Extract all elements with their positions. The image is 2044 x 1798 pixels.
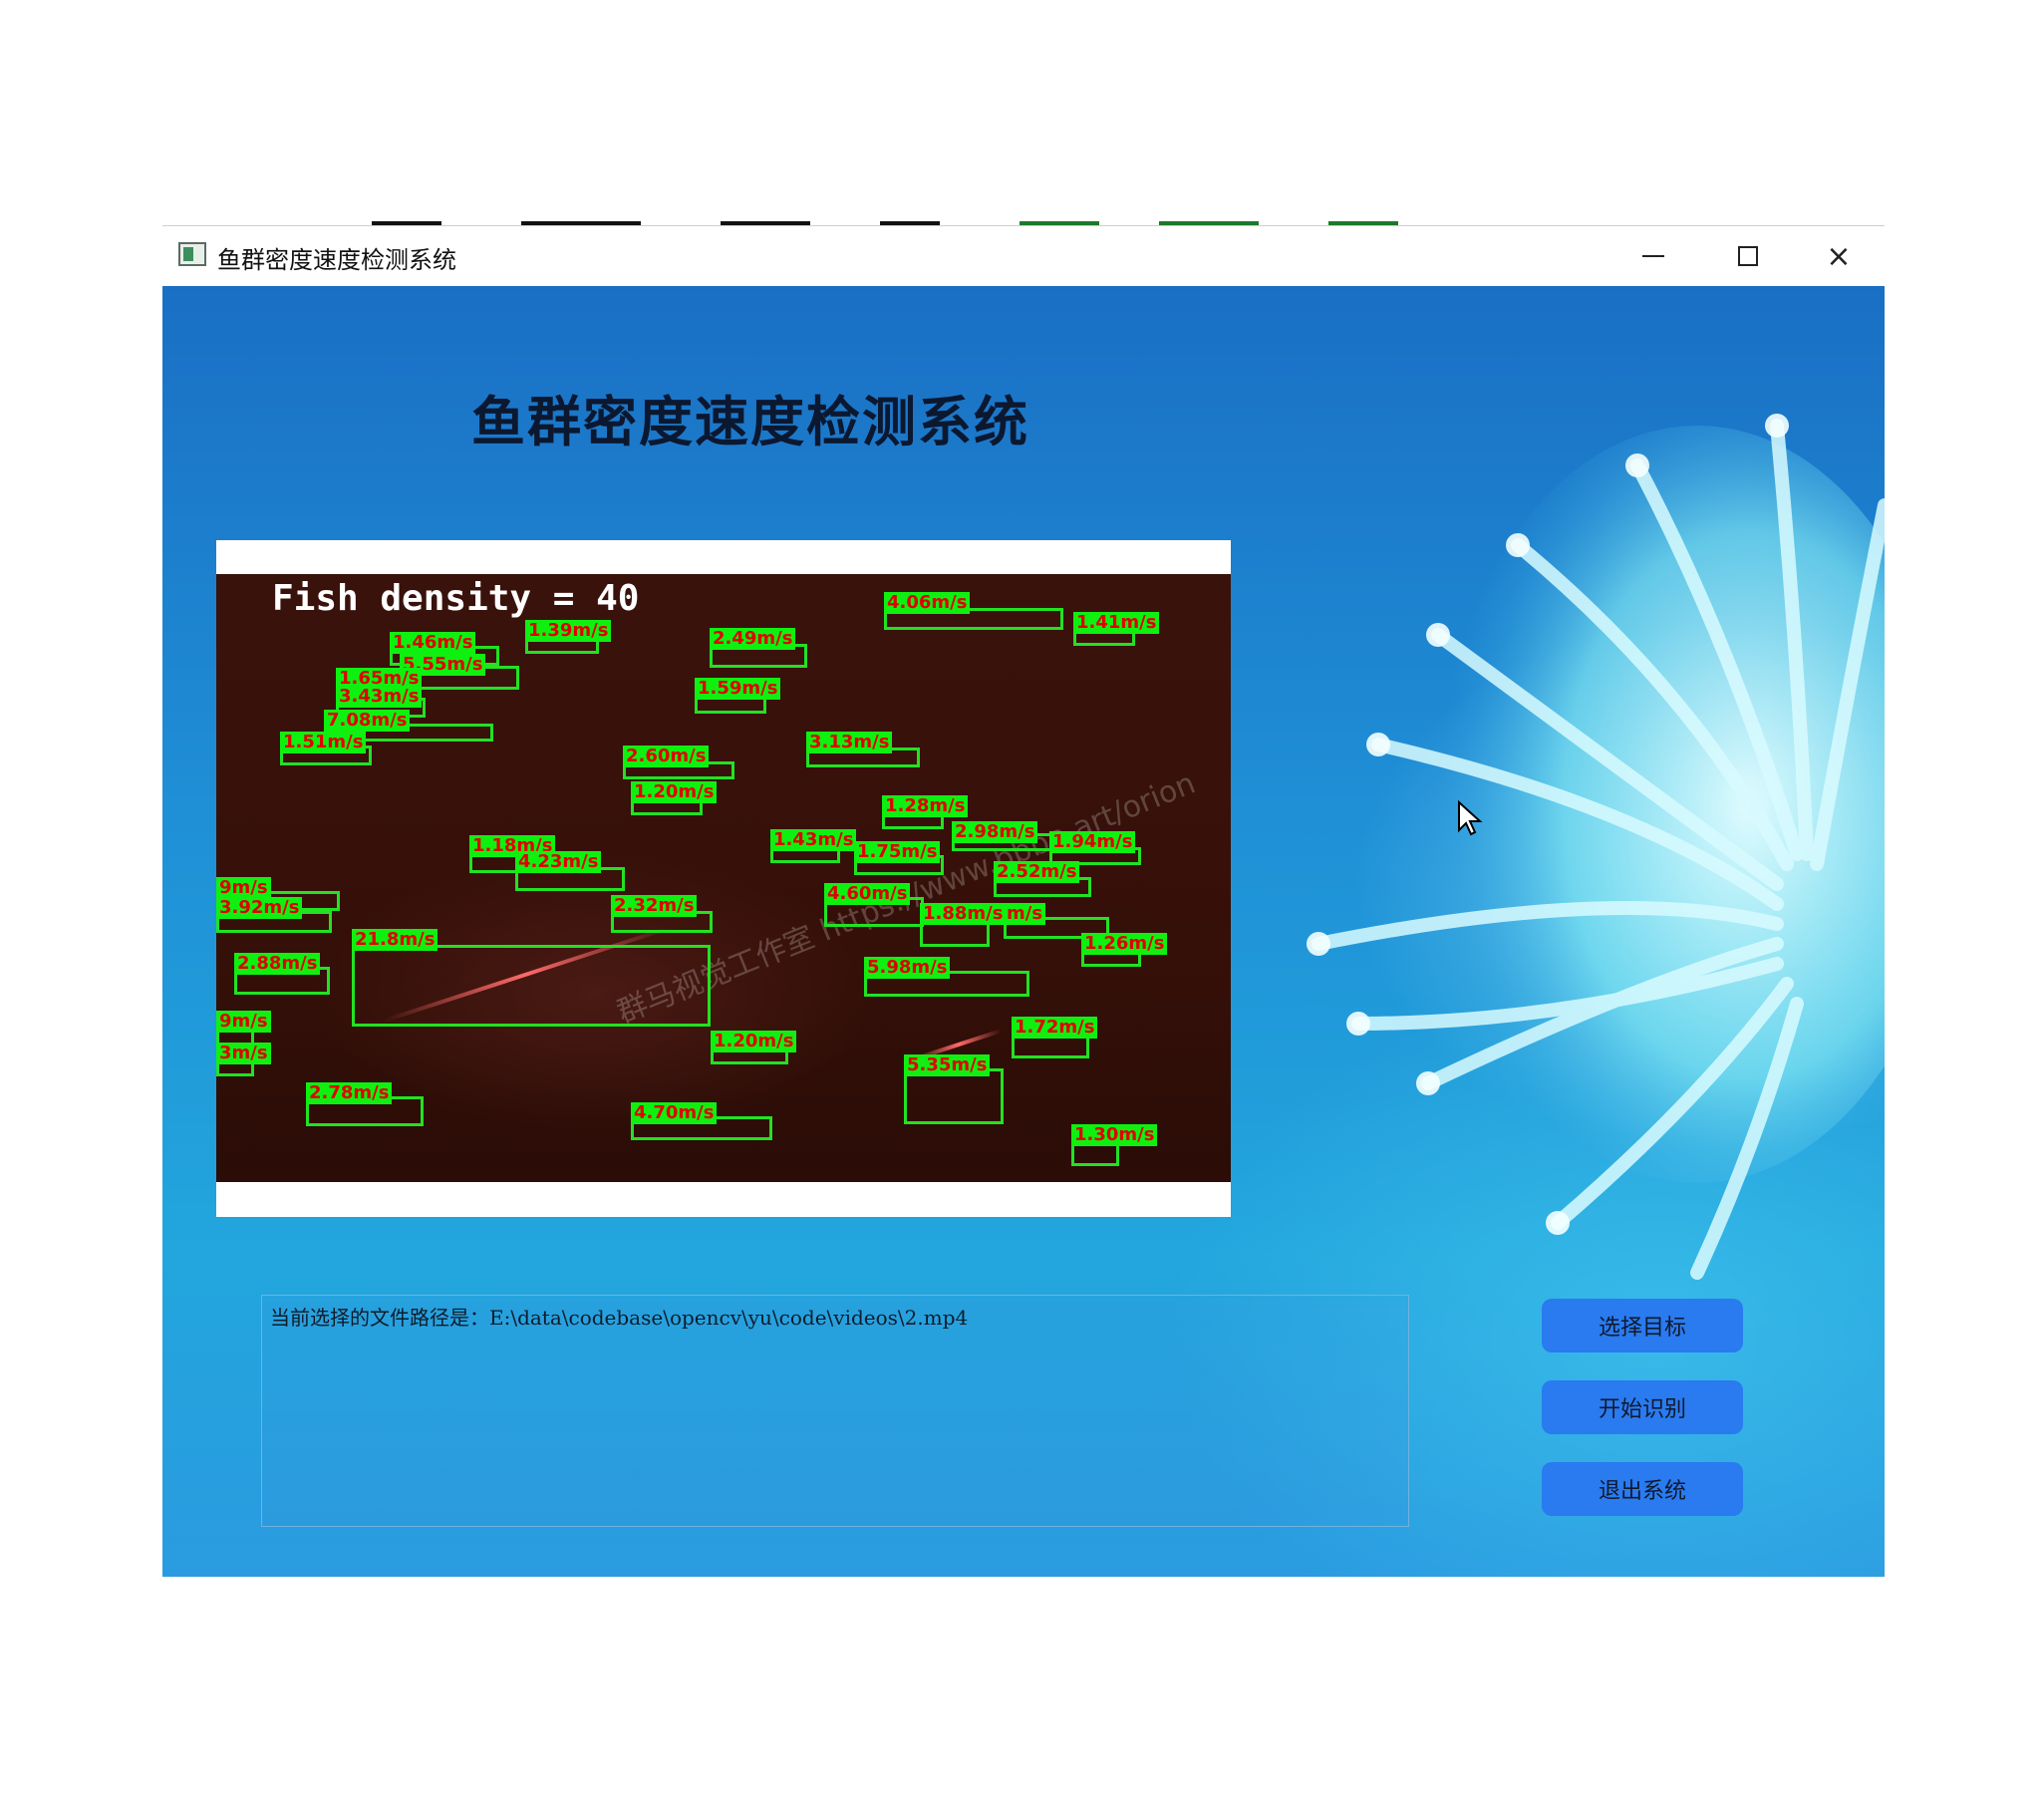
coral-background-decoration (1307, 414, 1885, 1280)
start-recognition-button[interactable]: 开始识别 (1542, 1380, 1743, 1434)
detection-speed-label: 1.88m/s (920, 903, 1007, 925)
detection-speed-label: 1.26m/s (1081, 933, 1168, 955)
detection-speed-label: 7.08m/s (324, 710, 411, 732)
detection-speed-label: 1.59m/s (695, 678, 781, 700)
detection-speed-label: 1.43m/s (770, 829, 857, 851)
detection-speed-label: 1.30m/s (1071, 1124, 1158, 1146)
detection-speed-label: 1.46m/s (390, 632, 476, 654)
detection-speed-label: 2.88m/s (234, 953, 321, 975)
app-window: 鱼群密度速度检测系统 × 鱼群密度速度检测系统 群马视觉工作室 https://… (162, 225, 1885, 1577)
title-bar[interactable]: 鱼群密度速度检测系统 × (162, 226, 1885, 286)
maximize-icon (1738, 246, 1758, 266)
detection-box (904, 1068, 1004, 1124)
detection-speed-label: 2.60m/s (623, 746, 710, 767)
detection-speed-label: 1.20m/s (631, 781, 718, 803)
detection-speed-label: 1.75m/s (854, 841, 941, 863)
maximize-button[interactable] (1702, 226, 1794, 286)
minimize-button[interactable] (1607, 226, 1699, 286)
file-path-output[interactable]: 当前选择的文件路径是：E:\data\codebase\opencv\yu\co… (261, 1295, 1409, 1527)
detection-speed-label: 2.78m/s (306, 1082, 393, 1104)
close-icon: × (1826, 238, 1852, 274)
detection-speed-label: 3m/s (216, 1043, 271, 1064)
detection-speed-label: 3.92m/s (216, 897, 303, 919)
exit-system-button[interactable]: 退出系统 (1542, 1462, 1743, 1516)
detection-speed-label: 1.39m/s (525, 620, 612, 642)
detection-speed-label: 1.41m/s (1073, 612, 1160, 634)
window-title: 鱼群密度速度检测系统 (217, 246, 456, 274)
detection-speed-label: 5.98m/s (864, 957, 951, 979)
detection-speed-label: 9m/s (216, 877, 271, 899)
detection-speed-label: 4.70m/s (631, 1102, 718, 1124)
detection-speed-label: 1.51m/s (280, 732, 367, 753)
detection-speed-label: 1.94m/s (1049, 831, 1136, 853)
detection-speed-label: 3.13m/s (806, 732, 893, 753)
detection-speed-label: 5.35m/s (904, 1054, 991, 1076)
detection-speed-label: 2.32m/s (611, 895, 698, 917)
app-icon (178, 242, 206, 266)
fish-density-readout: Fish density = 40 (272, 578, 640, 619)
video-frame-image: 群马视觉工作室 https://www.bbbn.art/orion Fish … (216, 574, 1231, 1182)
detection-speed-label: 4.23m/s (515, 851, 602, 873)
detection-speed-label: 1.20m/s (711, 1031, 797, 1052)
select-target-button[interactable]: 选择目标 (1542, 1299, 1743, 1352)
close-button[interactable]: × (1793, 226, 1885, 286)
mouse-cursor-icon (1458, 800, 1483, 836)
detection-box (352, 945, 711, 1027)
video-display: 群马视觉工作室 https://www.bbbn.art/orion Fish … (216, 540, 1231, 1217)
detection-speed-label: 2.49m/s (710, 628, 796, 650)
detection-speed-label: 2.98m/s (952, 821, 1038, 843)
minimize-icon (1642, 255, 1664, 257)
detection-speed-label: 3.43m/s (336, 686, 423, 708)
detection-speed-label: 9m/s (216, 1011, 271, 1033)
detection-speed-label: m/s (1004, 903, 1046, 925)
detection-speed-label: 4.06m/s (884, 592, 971, 614)
main-panel: 鱼群密度速度检测系统 群马视觉工作室 https://www.bbbn.art/… (162, 286, 1885, 1577)
detection-speed-label: 21.8m/s (352, 929, 438, 951)
app-heading: 鱼群密度速度检测系统 (471, 391, 1029, 453)
detection-speed-label: 4.60m/s (824, 883, 911, 905)
detection-speed-label: 1.72m/s (1012, 1017, 1098, 1039)
detection-speed-label: 2.52m/s (994, 861, 1080, 883)
detection-speed-label: 1.28m/s (882, 795, 969, 817)
screenshot-page: 鱼群密度速度检测系统 × 鱼群密度速度检测系统 群马视觉工作室 https://… (0, 0, 2044, 1798)
file-path-text: 当前选择的文件路径是：E:\data\codebase\opencv\yu\co… (270, 1306, 969, 1330)
